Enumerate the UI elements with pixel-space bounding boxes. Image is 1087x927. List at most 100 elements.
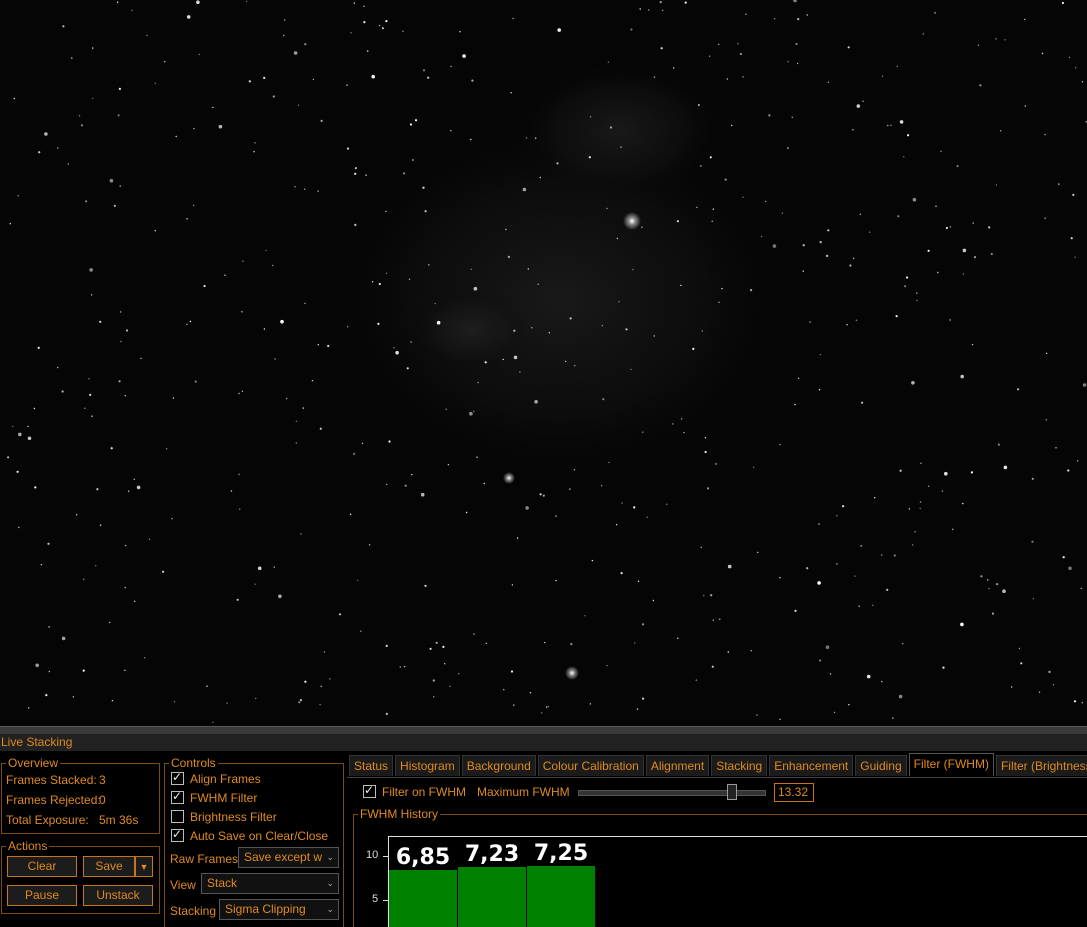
star <box>898 694 903 699</box>
star <box>817 581 821 585</box>
star <box>429 647 432 650</box>
pause-button[interactable]: Pause <box>7 885 77 906</box>
star <box>458 673 460 675</box>
raw-frames-select[interactable]: Save except w ⌄ <box>238 847 339 868</box>
star <box>916 299 918 302</box>
stacking-select[interactable]: Sigma Clipping ⌄ <box>219 899 339 920</box>
tab-stacking[interactable]: Stacking <box>711 755 768 776</box>
star <box>849 264 852 267</box>
brightness-filter-checkbox[interactable]: Brightness Filter <box>171 810 277 824</box>
star <box>236 598 239 601</box>
tab-colour-calibration[interactable]: Colour Calibration <box>537 755 644 776</box>
tab-filter-brightness[interactable]: Filter (Brightness) <box>995 755 1087 776</box>
tab-enhancement[interactable]: Enhancement <box>769 755 854 776</box>
star <box>367 50 369 52</box>
star <box>278 594 282 599</box>
tab-filter-fwhm[interactable]: Filter (FWHM) <box>908 753 994 776</box>
star <box>427 76 430 79</box>
filter-on-fwhm-checkbox[interactable]: Filter on FWHM <box>363 783 466 799</box>
star <box>428 264 430 266</box>
star <box>995 38 997 40</box>
unstack-button[interactable]: Unstack <box>83 885 153 906</box>
star <box>409 123 413 126</box>
star <box>124 395 127 397</box>
star <box>893 554 896 557</box>
star <box>1077 460 1079 462</box>
star <box>45 694 48 697</box>
star <box>9 223 11 225</box>
star <box>609 126 613 129</box>
star <box>424 584 427 587</box>
tab-alignment[interactable]: Alignment <box>645 755 710 776</box>
star <box>672 423 674 425</box>
star <box>516 537 519 539</box>
star <box>539 493 542 496</box>
star <box>718 301 720 303</box>
auto-save-checkbox[interactable]: Auto Save on Clear/Close <box>171 827 329 843</box>
align-frames-checkbox[interactable]: Align Frames <box>171 770 261 786</box>
maximum-fwhm-input[interactable]: 13.32 <box>774 783 814 802</box>
star <box>927 249 930 252</box>
star <box>124 669 126 671</box>
star <box>639 8 641 10</box>
star <box>750 289 753 292</box>
star <box>371 281 374 283</box>
tab-status[interactable]: Status <box>349 755 394 776</box>
star <box>541 712 543 714</box>
star <box>1081 702 1083 704</box>
star <box>912 197 917 202</box>
star <box>881 75 884 78</box>
star <box>304 43 307 46</box>
y-tick-mark <box>383 900 388 901</box>
slider-thumb[interactable] <box>726 784 737 800</box>
tab-background[interactable]: Background <box>461 755 536 776</box>
star <box>818 389 821 391</box>
star <box>84 407 86 409</box>
star <box>27 425 29 428</box>
star <box>940 150 942 152</box>
star <box>634 642 636 644</box>
star <box>569 488 571 490</box>
star <box>7 456 10 459</box>
star <box>361 442 364 445</box>
tab-guiding[interactable]: Guiding <box>855 755 907 776</box>
star <box>573 469 576 471</box>
auto-save-label: Auto Save on Clear/Close <box>190 829 329 843</box>
star <box>513 329 516 332</box>
star <box>192 204 195 207</box>
star <box>677 637 679 639</box>
star <box>739 52 743 56</box>
star <box>304 302 306 304</box>
star <box>895 315 898 318</box>
star <box>881 554 883 556</box>
star <box>414 119 418 122</box>
star <box>299 699 302 702</box>
stacked-image-view[interactable] <box>0 0 1087 726</box>
star <box>485 642 487 645</box>
star <box>642 697 645 700</box>
star <box>510 92 512 94</box>
maximum-fwhm-slider[interactable] <box>578 784 766 800</box>
star <box>388 440 391 443</box>
chevron-down-icon: ⌄ <box>326 852 334 862</box>
star <box>1020 662 1023 665</box>
star <box>942 666 945 669</box>
star <box>483 482 485 485</box>
star <box>67 163 70 165</box>
star <box>447 464 450 466</box>
star <box>555 515 557 517</box>
fwhm-filter-checkbox[interactable]: FWHM Filter <box>171 789 257 805</box>
save-dropdown-button[interactable]: ▼ <box>135 856 153 877</box>
star <box>385 210 387 213</box>
view-select[interactable]: Stack ⌄ <box>201 873 339 894</box>
clear-button[interactable]: Clear <box>7 856 77 877</box>
stacking-label: Stacking <box>170 904 217 918</box>
star <box>175 135 177 138</box>
star <box>548 332 550 334</box>
star <box>57 366 59 369</box>
tab-histogram[interactable]: Histogram <box>395 755 460 776</box>
star <box>956 165 959 168</box>
save-button[interactable]: Save <box>83 856 135 877</box>
star <box>33 407 36 410</box>
star <box>1082 383 1087 387</box>
